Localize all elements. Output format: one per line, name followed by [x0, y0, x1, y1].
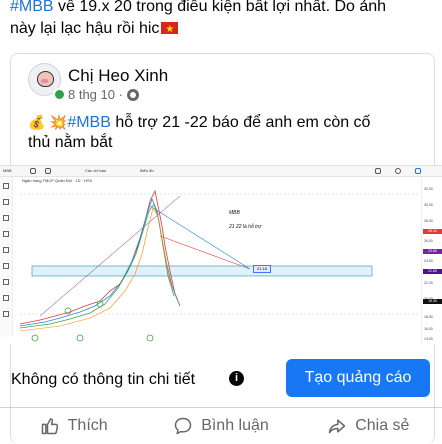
post-actions: Thích Bình luận Chia sẻ: [0, 407, 442, 444]
share-label: Chia sẻ: [355, 417, 410, 434]
scale-label: 18.00: [424, 315, 433, 319]
scale-label: 28.00: [424, 219, 433, 223]
share-icon: [328, 419, 346, 434]
post-caption-line2: này lại lạc hậu rồi hic: [10, 20, 160, 37]
price-chart-drawing: [19, 189, 420, 342]
collision-icon: 💥: [49, 115, 68, 131]
money-bag-icon: 💰: [28, 115, 46, 131]
shared-hashtag-link[interactable]: #MBB: [67, 114, 111, 131]
hashtag-link[interactable]: #MBB: [10, 0, 54, 15]
scale-label: 22.00: [424, 281, 433, 285]
like-button[interactable]: Thích: [0, 408, 147, 444]
scale-label: 14.00: [424, 337, 433, 341]
post-date[interactable]: 8 thg 10 ·: [68, 87, 123, 102]
price-tag: 15.30: [423, 299, 442, 304]
create-ad-button[interactable]: Tạo quảng cáo: [286, 359, 430, 397]
info-icon[interactable]: i: [229, 371, 244, 386]
globe-icon: [126, 88, 139, 101]
online-status-icon: [53, 88, 66, 101]
post-caption: #MBB về 19.x 20 trong điều kiện bất lợi …: [10, 0, 438, 41]
annotation-title: MBB: [229, 210, 240, 216]
comment-button[interactable]: Bình luận: [147, 408, 294, 444]
share-button[interactable]: Chia sẻ: [295, 408, 442, 444]
post-caption-text: về 19.x 20 trong điều kiện bất lợi nhất.…: [53, 0, 387, 15]
price-tag: 21.60: [423, 269, 442, 274]
ad-info-text: Không có thông tin chi tiết: [11, 371, 196, 388]
thumbs-up-icon: [41, 418, 58, 435]
shared-text: hỗ trợ 21 -22 báo để anh em còn cố: [110, 114, 371, 131]
post-meta: 8 thg 10 ·: [68, 87, 139, 102]
price-tag: 26.10: [423, 229, 442, 234]
shared-post-text: 💰 💥#MBB hỗ trợ 21 -22 báo để anh em còn …: [28, 113, 418, 153]
scale-label: 26.00: [424, 239, 433, 243]
price-tag: 23.80: [423, 249, 442, 254]
comment-icon: [174, 417, 192, 435]
chart-screenshot-image[interactable]: MBB Các chỉ báo Biểu đồ Ngân hàng TMCP Q…: [0, 165, 442, 344]
annotation-support: 21 22 là hỗ trợ: [229, 224, 262, 230]
comment-label: Bình luận: [201, 417, 269, 434]
ad-cta-bar: Không có thông tin chi tiết i Tạo quảng …: [10, 351, 433, 405]
scale-label: 24.00: [424, 259, 433, 263]
shared-text-line2: thủ nằm bắt: [28, 134, 113, 151]
scale-label: 32.00: [424, 187, 433, 191]
scale-label: 16.00: [424, 327, 433, 331]
scale-label: 30.00: [424, 203, 433, 207]
price-scale: 32.00 30.00 28.00 26.10 26.00 23.80 24.0…: [421, 177, 442, 344]
support-level-box: 21.18: [253, 265, 272, 273]
author-name[interactable]: Chị Heo Xinh: [68, 66, 168, 86]
vietnam-flag-icon: [161, 19, 179, 41]
like-label: Thích: [67, 417, 108, 434]
